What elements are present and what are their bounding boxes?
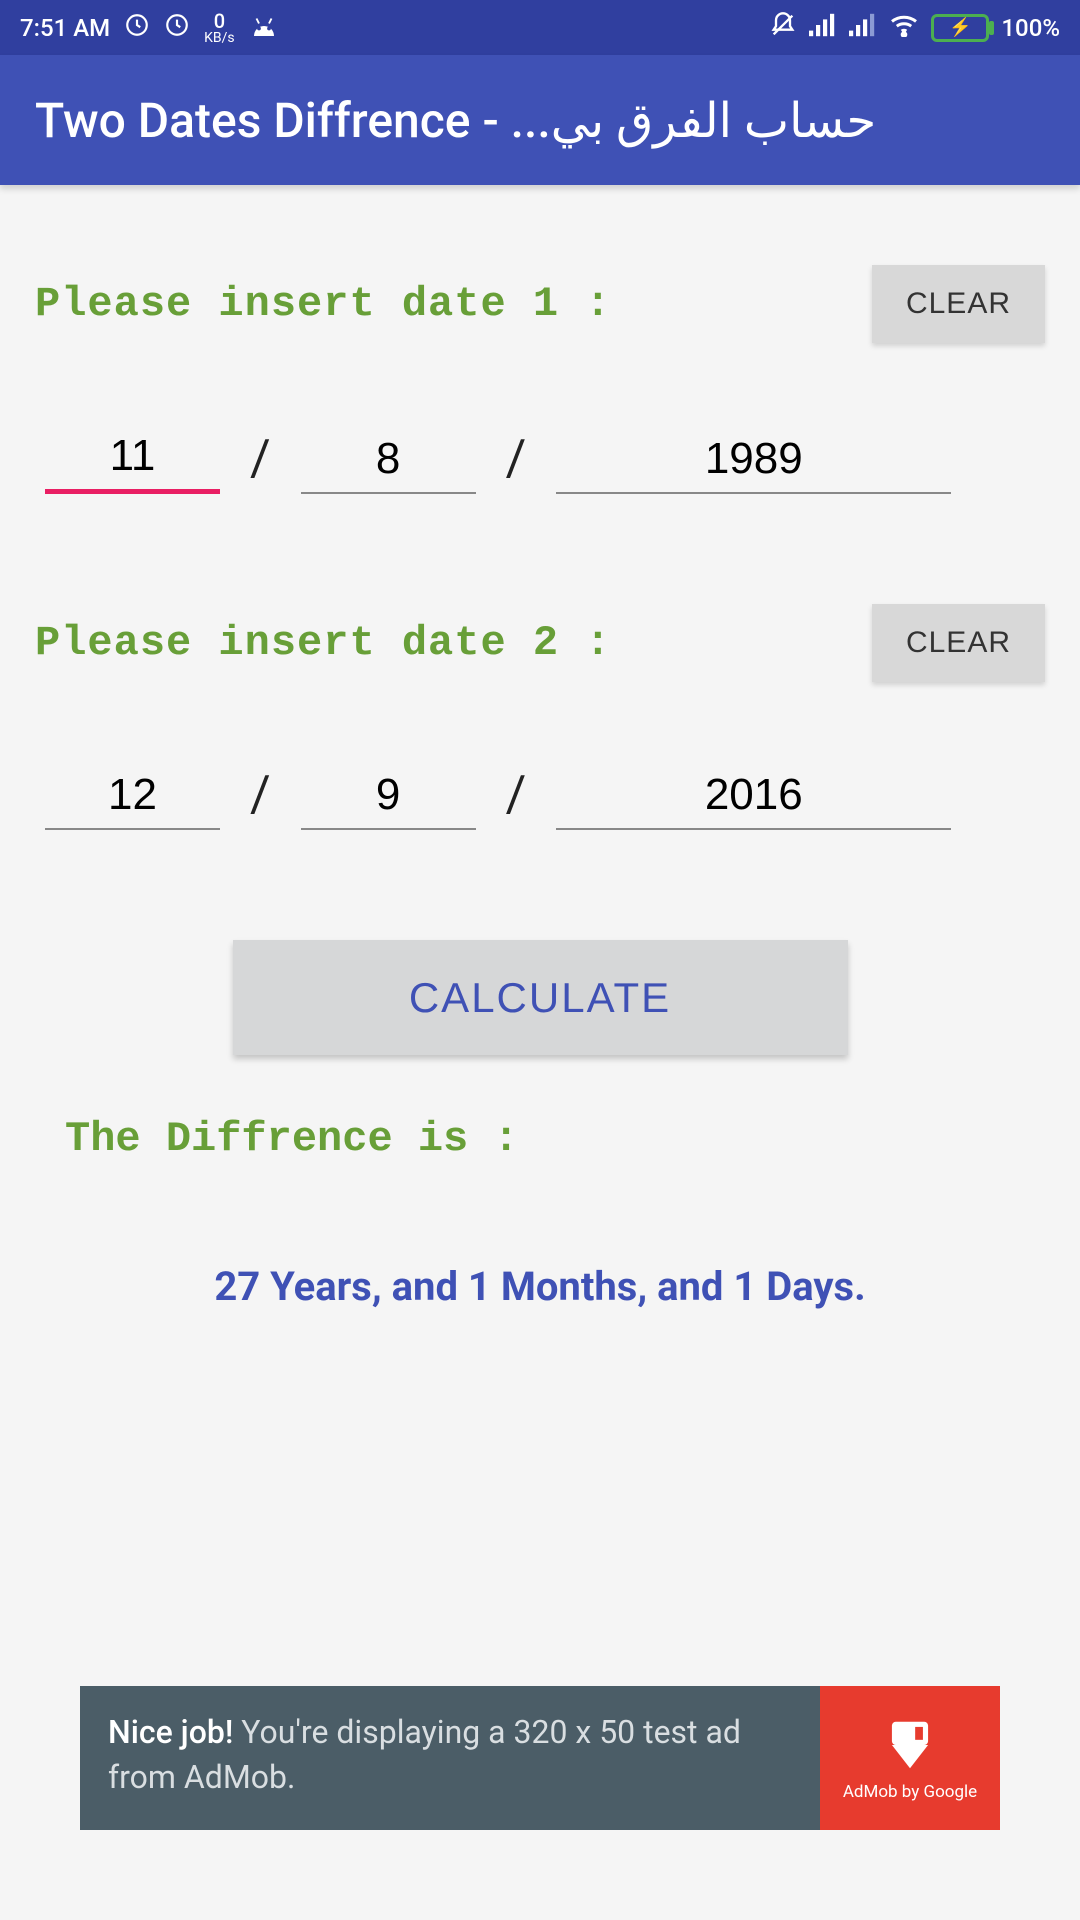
sync-icon — [164, 12, 190, 44]
status-bar: 7:51 AM 0 KB/s ⚡ 100% — [0, 0, 1080, 55]
admob-logo: AdMob by Google — [820, 1686, 1000, 1830]
app-bar: Two Dates Diffrence - ...حساب الفرق بي — [0, 55, 1080, 185]
admob-caption: AdMob by Google — [843, 1782, 977, 1802]
calculate-button[interactable]: CALCULATE — [233, 940, 848, 1055]
date2-year-input[interactable] — [556, 762, 951, 830]
date1-row-header: Please insert date 1 : CLEAR — [35, 265, 1045, 343]
signal-icon — [849, 13, 877, 43]
date2-day-input[interactable] — [45, 762, 220, 830]
wifi-icon — [889, 13, 919, 43]
ad-banner[interactable]: Nice job! You're displaying a 320 x 50 t… — [80, 1686, 1000, 1830]
page-title: Two Dates Diffrence - ...حساب الفرق بي — [35, 92, 876, 149]
status-time: 7:51 AM — [20, 14, 110, 42]
content: Please insert date 1 : CLEAR / / Please … — [0, 185, 1080, 1310]
status-left: 7:51 AM 0 KB/s — [20, 11, 279, 45]
date-separator: / — [250, 766, 271, 830]
date-separator: / — [506, 430, 527, 494]
date-separator: / — [250, 430, 271, 494]
ad-bold: Nice job! — [108, 1713, 233, 1751]
status-right: ⚡ 100% — [769, 11, 1060, 45]
date2-prompt: Please insert date 2 : — [35, 619, 612, 667]
signal-icon — [809, 13, 837, 43]
result-value: 27 Years, and 1 Months, and 1 Days. — [35, 1263, 1045, 1310]
date2-month-input[interactable] — [301, 762, 476, 830]
ad-text: Nice job! You're displaying a 320 x 50 t… — [80, 1686, 820, 1830]
admob-icon — [879, 1714, 941, 1776]
date1-year-input[interactable] — [556, 426, 951, 494]
vibrate-icon — [769, 11, 797, 45]
result-label: The Diffrence is : — [65, 1115, 1045, 1163]
battery-percent: 100% — [1001, 14, 1060, 42]
date1-month-input[interactable] — [301, 426, 476, 494]
battery-icon: ⚡ — [931, 14, 989, 42]
date1-inputs: / / — [35, 423, 1045, 494]
clear-date1-button[interactable]: CLEAR — [872, 265, 1045, 343]
date-separator: / — [506, 766, 527, 830]
date2-row-header: Please insert date 2 : CLEAR — [35, 604, 1045, 682]
data-speed-indicator: 0 KB/s — [204, 11, 235, 45]
clear-date2-button[interactable]: CLEAR — [872, 604, 1045, 682]
sync-icon — [124, 12, 150, 44]
date1-day-input[interactable] — [45, 423, 220, 494]
date2-inputs: / / — [35, 762, 1045, 830]
date1-prompt: Please insert date 1 : — [35, 280, 612, 328]
android-icon — [249, 14, 279, 42]
